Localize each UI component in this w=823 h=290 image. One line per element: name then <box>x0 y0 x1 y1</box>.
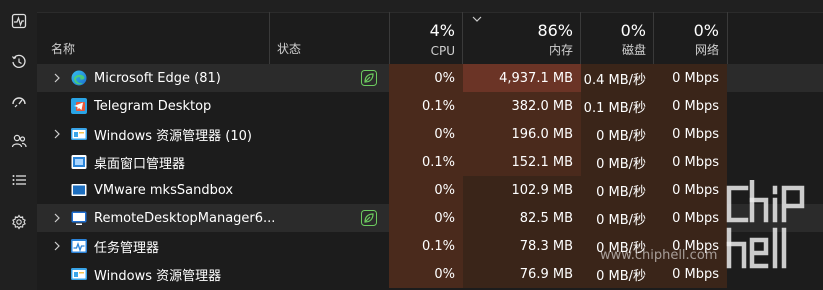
table-header: 名称 状态 4% CPU 86% 内存 0% 磁盘 0% 网络 <box>37 12 823 64</box>
sort-descending-icon <box>472 16 482 22</box>
performance-icon[interactable] <box>0 9 37 33</box>
cpu-value: 0.1% <box>389 92 463 120</box>
process-row[interactable]: VMware mksSandbox 0% 102.9 MB 0 MB/秒 0 Mbps <box>37 176 823 204</box>
disk-total-percent: 0% <box>620 21 646 40</box>
process-name: Microsoft Edge (81) <box>94 70 221 86</box>
process-name-cell: VMware mksSandbox <box>37 176 389 204</box>
process-name-cell: Windows 资源管理器 (10) <box>37 120 389 148</box>
cpu-value: 0% <box>389 64 463 92</box>
watermark-url: www.chiphell.com <box>600 248 718 263</box>
column-header-name[interactable]: 名称 <box>37 12 269 64</box>
chevron-right-icon[interactable] <box>53 241 61 251</box>
process-row[interactable]: Telegram Desktop 0.1% 382.0 MB 0.1 MB/秒 0 Mb… <box>37 92 823 120</box>
memory-total-percent: 86% <box>537 21 573 40</box>
column-header-network[interactable]: 0% 网络 <box>653 12 728 64</box>
disk-value: 0 MB/秒 <box>581 260 654 288</box>
column-header-memory[interactable]: 86% 内存 <box>462 12 581 64</box>
cpu-value: 0% <box>389 120 463 148</box>
disk-value: 0.1 MB/秒 <box>581 92 654 120</box>
disk-value: 0 MB/秒 <box>581 148 654 176</box>
network-total-percent: 0% <box>693 21 719 40</box>
efficiency-mode-leaf-icon <box>361 70 377 86</box>
edge-icon <box>71 70 87 86</box>
history-icon[interactable] <box>0 50 37 74</box>
explorer-icon <box>71 268 87 280</box>
process-row[interactable]: Windows 资源管理器 (10) 0% 196.0 MB 0 MB/秒 0 Mbps <box>37 120 823 148</box>
process-name: Windows 资源管理器 <box>94 268 222 284</box>
network-value: 0 Mbps <box>654 120 727 148</box>
process-name-cell: 任务管理器 <box>37 232 389 260</box>
process-name-cell: Telegram Desktop <box>37 92 389 120</box>
cpu-total-percent: 4% <box>429 21 455 40</box>
memory-value: 382.0 MB <box>463 92 581 120</box>
chevron-right-icon[interactable] <box>53 129 61 139</box>
explorer-icon <box>71 128 87 140</box>
disk-value: 0 MB/秒 <box>581 204 654 232</box>
network-value: 0 Mbps <box>654 176 727 204</box>
vmware-icon <box>71 184 87 196</box>
column-header-status[interactable]: 状态 <box>269 12 390 64</box>
process-name: RemoteDesktopManager6... <box>94 210 276 226</box>
chiphell-logo <box>726 179 816 276</box>
network-value: 0 Mbps <box>654 260 727 288</box>
disk-value: 0 MB/秒 <box>581 176 654 204</box>
process-name-cell: 桌面窗口管理器 <box>37 148 389 176</box>
disk-value: 0.4 MB/秒 <box>581 64 654 92</box>
memory-value: 196.0 MB <box>463 120 581 148</box>
process-name: Windows 资源管理器 (10) <box>94 128 252 144</box>
startup-icon[interactable] <box>0 90 37 114</box>
process-name: VMware mksSandbox <box>94 182 234 198</box>
process-name: 桌面窗口管理器 <box>94 156 186 172</box>
remote-desktop-icon <box>71 211 87 225</box>
process-name-cell: Windows 资源管理器 <box>37 260 389 288</box>
network-value: 0 Mbps <box>654 92 727 120</box>
memory-value: 82.5 MB <box>463 204 581 232</box>
chevron-right-icon[interactable] <box>53 213 61 223</box>
cpu-value: 0% <box>389 260 463 288</box>
process-row[interactable]: RemoteDesktopManager6... 0% 82.5 MB 0 MB/秒 0… <box>37 204 823 232</box>
sidebar <box>0 0 37 290</box>
column-name-label: 名称 <box>51 42 76 56</box>
process-name: 任务管理器 <box>94 240 160 256</box>
chevron-right-icon[interactable] <box>53 73 61 83</box>
cpu-value: 0% <box>389 204 463 232</box>
memory-value: 102.9 MB <box>463 176 581 204</box>
memory-value: 76.9 MB <box>463 260 581 288</box>
disk-label: 磁盘 <box>621 43 646 57</box>
process-table: 名称 状态 4% CPU 86% 内存 0% 磁盘 0% 网络 Microsof… <box>37 0 823 290</box>
cpu-value: 0.1% <box>389 148 463 176</box>
efficiency-mode-leaf-icon <box>361 210 377 226</box>
column-status-label: 状态 <box>277 42 302 56</box>
process-name: Telegram Desktop <box>94 98 212 114</box>
memory-label: 内存 <box>548 43 573 57</box>
process-row[interactable]: 桌面窗口管理器 0.1% 152.1 MB 0 MB/秒 0 Mbps <box>37 148 823 176</box>
task-manager-icon <box>71 239 87 253</box>
network-label: 网络 <box>694 43 719 57</box>
cpu-label: CPU <box>430 44 455 58</box>
network-value: 0 Mbps <box>654 148 727 176</box>
memory-value: 78.3 MB <box>463 232 581 260</box>
services-icon[interactable] <box>0 210 37 234</box>
process-name-cell: RemoteDesktopManager6... <box>37 204 389 232</box>
process-row[interactable]: Microsoft Edge (81) 0% 4,937.1 MB 0.4 MB/秒 0… <box>37 64 823 92</box>
telegram-icon <box>71 98 87 114</box>
memory-value: 152.1 MB <box>463 148 581 176</box>
disk-value: 0 MB/秒 <box>581 120 654 148</box>
process-name-cell: Microsoft Edge (81) <box>37 64 389 92</box>
process-row[interactable]: Windows 资源管理器 0% 76.9 MB 0 MB/秒 0 Mbps <box>37 260 823 288</box>
column-header-cpu[interactable]: 4% CPU <box>389 12 463 64</box>
details-icon[interactable] <box>0 168 37 192</box>
cpu-value: 0.1% <box>389 232 463 260</box>
column-header-disk[interactable]: 0% 磁盘 <box>580 12 654 64</box>
network-value: 0 Mbps <box>654 204 727 232</box>
cpu-value: 0% <box>389 176 463 204</box>
dwm-icon <box>71 155 87 169</box>
network-value: 0 Mbps <box>654 64 727 92</box>
users-icon[interactable] <box>0 129 37 153</box>
memory-value: 4,937.1 MB <box>463 64 581 92</box>
